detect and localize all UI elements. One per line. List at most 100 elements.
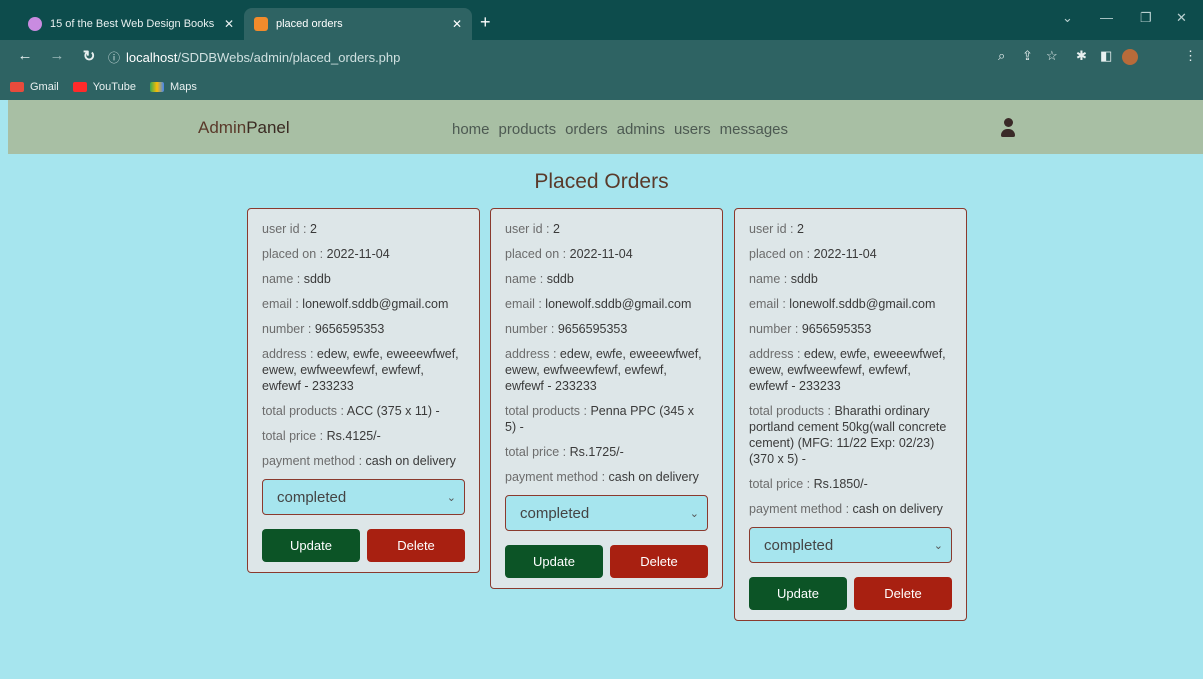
order-email: email : lonewolf.sddb@gmail.com	[262, 296, 465, 312]
order-user-id: user id : 2	[749, 221, 952, 237]
bookmark-maps[interactable]: Maps	[149, 81, 197, 93]
delete-button[interactable]: Delete	[367, 529, 465, 562]
bookmark-label: YouTube	[92, 81, 136, 93]
order-payment-method: payment method : cash on delivery	[505, 469, 708, 485]
order-total-price: total price : Rs.1725/-	[505, 444, 708, 460]
order-address: address : edew, ewfe, eweeewfwef, ewew, …	[749, 346, 952, 394]
tab-label: placed orders	[276, 18, 343, 30]
order-placed-on: placed on : 2022-11-04	[262, 246, 465, 262]
reload-icon[interactable]: ↻	[78, 47, 100, 65]
tab-label: 15 of the Best Web Design Books	[50, 18, 215, 30]
share-icon[interactable]: ⇪	[1022, 48, 1033, 64]
address-bar[interactable]: ⓘ localhost/SDDBWebs/admin/placed_orders…	[108, 45, 1108, 69]
field-value: sddb	[790, 272, 818, 286]
order-number: number : 9656595353	[749, 321, 952, 337]
field-value: cash on delivery	[365, 454, 456, 468]
field-label: payment method :	[262, 454, 366, 468]
close-icon[interactable]: ✕	[224, 17, 234, 31]
tab-web-design-books[interactable]: 15 of the Best Web Design Books ✕	[18, 8, 244, 40]
tab-search-chevron-icon[interactable]: ⌄	[1062, 10, 1073, 26]
bookmark-gmail[interactable]: Gmail	[10, 81, 59, 93]
field-label: total products :	[505, 404, 591, 418]
nav-products[interactable]: products	[499, 121, 557, 138]
field-value: lonewolf.sddb@gmail.com	[545, 297, 692, 311]
window-close-icon[interactable]: ✕	[1176, 10, 1187, 26]
order-user-id: user id : 2	[262, 221, 465, 237]
field-label: address :	[505, 347, 560, 361]
delete-button[interactable]: Delete	[854, 577, 952, 610]
field-value: 2022-11-04	[813, 247, 877, 261]
nav-users[interactable]: users	[674, 121, 711, 138]
field-label: placed on :	[262, 247, 327, 261]
bookmark-star-icon[interactable]: ☆	[1046, 48, 1058, 64]
tab-placed-orders[interactable]: placed orders ✕	[244, 8, 472, 40]
side-panel-icon[interactable]: ◧	[1100, 48, 1112, 64]
delete-button[interactable]: Delete	[610, 545, 708, 578]
card-actions: Update Delete	[262, 529, 465, 562]
field-value: 2	[552, 222, 560, 236]
nav-home[interactable]: home	[452, 121, 490, 138]
order-placed-on: placed on : 2022-11-04	[505, 246, 708, 262]
order-user-id: user id : 2	[505, 221, 708, 237]
field-label: name :	[505, 272, 547, 286]
field-label: payment method :	[749, 502, 853, 516]
field-value: 9656595353	[801, 322, 872, 336]
menu-dots-icon[interactable]: ⋮	[1184, 48, 1197, 64]
nav-orders[interactable]: orders	[565, 121, 608, 138]
field-label: name :	[262, 272, 304, 286]
field-value: Rs.1725/-	[569, 445, 624, 459]
restore-icon[interactable]: ❐	[1140, 10, 1152, 26]
minimize-icon[interactable]: —	[1100, 10, 1113, 25]
order-total-price: total price : Rs.1850/-	[749, 476, 952, 492]
status-select[interactable]: completed ⌄	[749, 527, 952, 563]
update-button[interactable]: Update	[749, 577, 847, 610]
page-title: Placed Orders	[534, 170, 669, 193]
nav-messages[interactable]: messages	[720, 121, 788, 138]
field-value: 2	[309, 222, 317, 236]
order-card: user id : 2 placed on : 2022-11-04 name : …	[734, 208, 967, 621]
extensions-puzzle-icon[interactable]: ✱	[1076, 48, 1087, 64]
field-label: placed on :	[505, 247, 570, 261]
status-select[interactable]: completed ⌄	[262, 479, 465, 515]
field-label: user id :	[505, 222, 553, 236]
status-value: completed	[764, 536, 834, 554]
logo-prefix: Admin	[198, 118, 247, 137]
forward-arrow-icon[interactable]: →	[46, 47, 68, 64]
field-value: 2022-11-04	[326, 247, 390, 261]
order-number: number : 9656595353	[262, 321, 465, 337]
field-label: number :	[262, 322, 315, 336]
status-select[interactable]: completed ⌄	[505, 495, 708, 531]
field-value: lonewolf.sddb@gmail.com	[789, 297, 936, 311]
field-label: address :	[262, 347, 317, 361]
field-value: sddb	[303, 272, 331, 286]
url-path: /SDDBWebs/admin/placed_orders.php	[177, 49, 401, 65]
order-email: email : lonewolf.sddb@gmail.com	[505, 296, 708, 312]
back-arrow-icon[interactable]: ←	[14, 47, 36, 64]
update-button[interactable]: Update	[262, 529, 360, 562]
order-total-products: total products : Bharathi ordinary portl…	[749, 403, 952, 467]
field-value: cash on delivery	[608, 470, 699, 484]
profile-avatar-icon[interactable]	[1122, 49, 1138, 65]
admin-logo[interactable]: AdminPanel	[198, 118, 290, 138]
field-label: user id :	[749, 222, 797, 236]
update-button[interactable]: Update	[505, 545, 603, 578]
order-address: address : edew, ewfe, eweeewfwef, ewew, …	[505, 346, 708, 394]
user-icon[interactable]	[1000, 118, 1016, 138]
bookmark-youtube[interactable]: YouTube	[72, 81, 136, 93]
zoom-icon[interactable]: ⌕	[998, 48, 1005, 64]
order-address: address : edew, ewfe, eweeewfwef, ewew, …	[262, 346, 465, 394]
close-icon[interactable]: ✕	[452, 17, 462, 31]
field-value: 9656595353	[314, 322, 385, 336]
order-email: email : lonewolf.sddb@gmail.com	[749, 296, 952, 312]
info-icon: ⓘ	[108, 50, 121, 65]
field-label: user id :	[262, 222, 310, 236]
field-value: ACC (375 x 11) -	[346, 404, 440, 418]
tab-favicon-icon	[28, 17, 42, 31]
gmail-icon	[10, 82, 24, 92]
field-value: cash on delivery	[852, 502, 943, 516]
new-tab-plus-icon[interactable]: +	[480, 12, 491, 33]
youtube-icon	[72, 82, 87, 92]
order-total-price: total price : Rs.4125/-	[262, 428, 465, 444]
order-payment-method: payment method : cash on delivery	[749, 501, 952, 517]
nav-admins[interactable]: admins	[617, 121, 665, 138]
